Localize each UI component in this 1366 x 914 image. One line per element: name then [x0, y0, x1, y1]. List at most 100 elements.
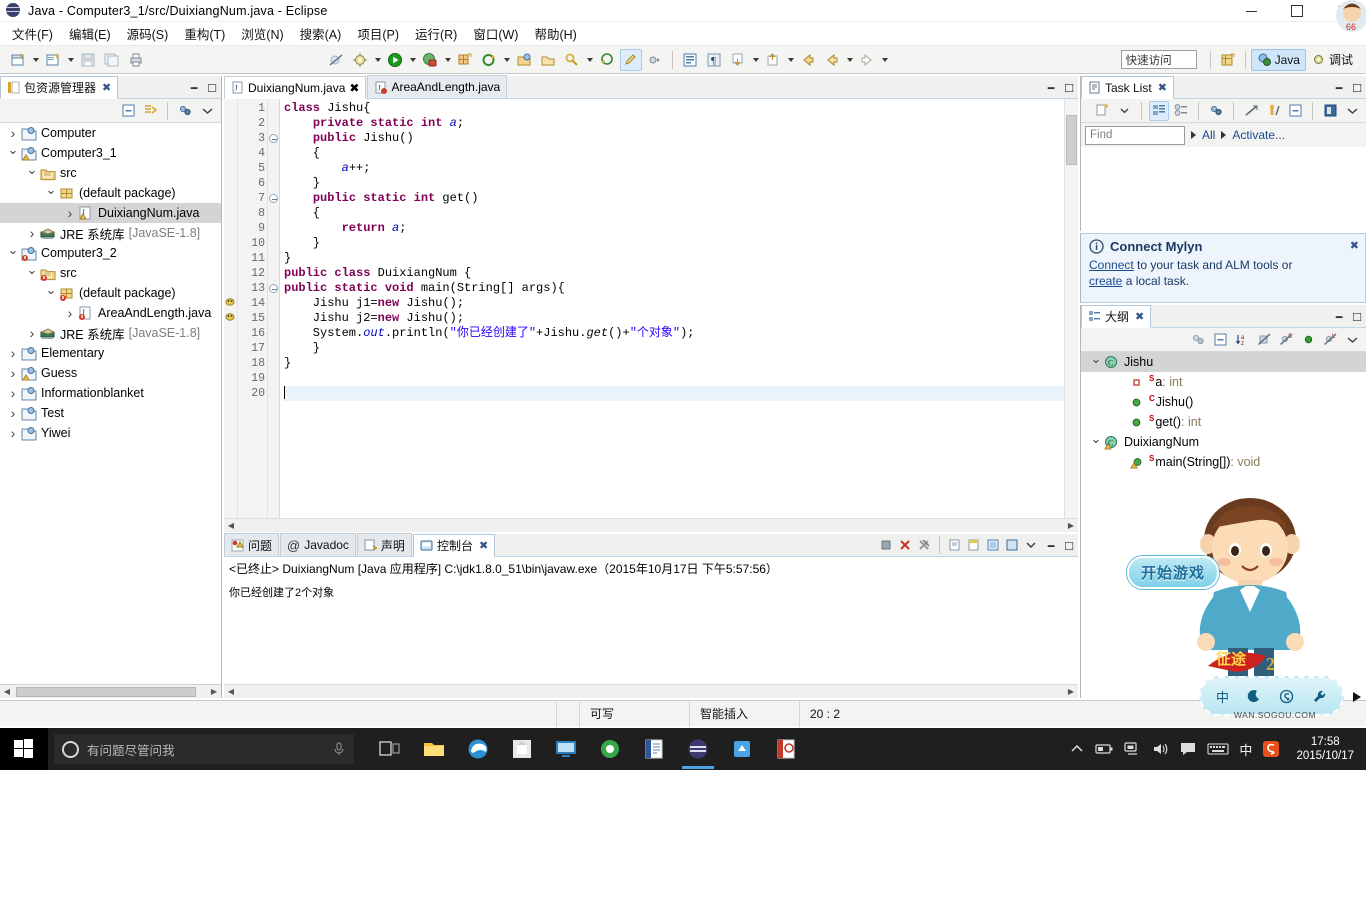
code-line[interactable]: public Jishu() [284, 131, 1078, 146]
remove-all-launches-icon[interactable] [915, 536, 933, 554]
code-line[interactable]: { [284, 146, 1078, 161]
tree-item-src[interactable]: src [0, 163, 221, 183]
maximize-button[interactable] [1274, 0, 1320, 22]
collapse-all-icon[interactable] [118, 101, 138, 121]
new-java-class-icon[interactable] [454, 49, 476, 71]
new-wizard-icon[interactable] [7, 49, 29, 71]
tree-item-guess[interactable]: Guess [0, 363, 221, 383]
menu-navigate[interactable]: 浏览(N) [233, 22, 291, 45]
scroll-right-icon[interactable]: ▶ [1064, 519, 1078, 533]
external-tools-dropdown-icon[interactable] [501, 49, 512, 71]
outline-item-jishu[interactable]: C Jishu() [1081, 392, 1366, 412]
hide-static-icon[interactable]: S [1276, 330, 1296, 350]
menu-edit[interactable]: 编辑(E) [61, 22, 119, 45]
code-line[interactable]: System.out.println("你已经创建了"+Jishu.get()+… [284, 326, 1078, 341]
clear-console-icon[interactable] [946, 536, 964, 554]
run-coverage-icon[interactable] [419, 49, 441, 71]
close-icon[interactable]: ✖ [1158, 81, 1167, 94]
tab-package-explorer[interactable]: 包资源管理器 ✖ [0, 76, 119, 99]
code-line[interactable]: { [284, 206, 1078, 221]
code-line[interactable]: return a; [284, 221, 1078, 236]
code-line[interactable]: } [284, 251, 1078, 266]
tab-javadoc[interactable]: @ Javadoc [280, 533, 356, 556]
deactivate-task-icon[interactable] [1241, 101, 1261, 121]
start-game-button[interactable]: 开始游戏 [1127, 556, 1219, 589]
tree-item-computer[interactable]: Computer [0, 123, 221, 143]
tree-item-areaandlength-java[interactable]: JAreaAndLength.java [0, 303, 221, 323]
source-code[interactable]: class Jishu{ private static int a; publi… [280, 99, 1078, 518]
chevron-down-icon[interactable] [44, 283, 58, 303]
cortana-search-box[interactable]: 有问题尽管问我 [54, 734, 354, 764]
terminate-icon[interactable] [877, 536, 895, 554]
filter-activate-link[interactable]: Activate... [1232, 128, 1285, 142]
code-line[interactable]: } [284, 356, 1078, 371]
minimize-console-icon[interactable]: ━ [1042, 536, 1060, 556]
toggle-whitespace-icon[interactable]: ¶ [703, 49, 725, 71]
view-menu-icon[interactable] [197, 101, 217, 121]
menu-help[interactable]: 帮助(H) [526, 22, 584, 45]
tree-item-src[interactable]: src [0, 263, 221, 283]
network-icon[interactable] [1123, 741, 1141, 757]
wrench-icon[interactable] [1312, 689, 1327, 704]
categorized-presentation-icon[interactable] [1149, 100, 1169, 121]
skip-breakpoints-icon[interactable] [325, 49, 347, 71]
scroll-right-icon[interactable]: ▶ [1064, 685, 1078, 699]
taskbar-clock[interactable]: 17:58 2015/10/17 [1290, 735, 1360, 763]
link-with-editor-icon[interactable] [140, 101, 160, 121]
task-view-icon[interactable] [370, 729, 410, 769]
debug-icon[interactable] [349, 49, 371, 71]
menu-file[interactable]: 文件(F) [4, 22, 61, 45]
focus-on-workweek-icon[interactable] [1206, 101, 1226, 121]
run-dropdown-icon[interactable] [407, 49, 418, 71]
search-dropdown-icon[interactable] [584, 49, 595, 71]
filter-all-arrow-icon[interactable] [1191, 131, 1196, 139]
maximize-editor-icon[interactable]: ☐ [1060, 78, 1078, 98]
sort-icon[interactable]: az [1232, 330, 1252, 350]
task-find-input[interactable]: Find [1085, 125, 1185, 145]
code-line[interactable]: private static int a; [284, 116, 1078, 131]
code-line[interactable]: public static int get() [284, 191, 1078, 206]
folding-column[interactable] [268, 99, 280, 518]
view-menu-icon[interactable] [1342, 330, 1362, 350]
chevron-down-icon[interactable] [25, 263, 39, 283]
vscroll-thumb[interactable] [1066, 115, 1077, 165]
display-selected-console-icon[interactable] [1003, 536, 1021, 554]
store-icon[interactable] [502, 729, 542, 769]
word-icon[interactable] [634, 729, 674, 769]
chevron-right-icon[interactable] [25, 223, 39, 243]
maximize-view-icon[interactable]: ☐ [1348, 78, 1366, 98]
perspective-java-button[interactable]: Java [1250, 48, 1306, 71]
open-folder2-icon[interactable] [537, 49, 559, 71]
minimize-view-icon[interactable]: ━ [1330, 307, 1348, 327]
fold-toggle-icon[interactable] [268, 281, 279, 296]
fold-toggle-icon[interactable] [268, 191, 279, 206]
new-task-icon[interactable] [1092, 101, 1112, 121]
chevron-right-icon[interactable] [25, 323, 39, 343]
console-hscrollbar[interactable]: ◀ ▶ [224, 684, 1078, 698]
tab-console[interactable]: 控制台 ✖ [412, 534, 496, 557]
tab-outline[interactable]: 大纲 ✖ [1081, 305, 1152, 328]
code-line[interactable]: public static void main(String[] args){ [284, 281, 1078, 296]
hide-local-types-icon[interactable]: L [1320, 330, 1340, 350]
open-perspective-icon[interactable] [1217, 49, 1239, 71]
code-line[interactable]: } [284, 176, 1078, 191]
chevron-right-icon[interactable] [6, 383, 20, 403]
code-line[interactable]: } [284, 341, 1078, 356]
next-annotation-icon[interactable] [644, 49, 666, 71]
chinese-mode-icon[interactable]: 中 [1216, 687, 1229, 706]
collapse-all-icon[interactable] [1285, 101, 1305, 121]
maximize-view-icon[interactable]: ☐ [203, 78, 221, 98]
code-line[interactable] [284, 386, 1078, 401]
chevron-down-icon[interactable] [1089, 352, 1103, 372]
warning-marker-icon[interactable] [225, 296, 237, 308]
hide-non-public-icon[interactable] [1298, 330, 1318, 350]
annotation-icon[interactable] [620, 48, 642, 71]
back-history-icon[interactable] [821, 49, 843, 71]
menu-run[interactable]: 运行(R) [407, 22, 465, 45]
floating-avatar-badge[interactable]: 66 [1322, 0, 1366, 44]
mylyn-connect-link[interactable]: Connect [1089, 258, 1134, 272]
new-java-project-icon[interactable] [42, 49, 64, 71]
mylyn-create-link[interactable]: create [1089, 274, 1122, 288]
tab-declaration[interactable]: 声明 [356, 533, 412, 556]
tab-problems[interactable]: 问题 [224, 533, 280, 556]
